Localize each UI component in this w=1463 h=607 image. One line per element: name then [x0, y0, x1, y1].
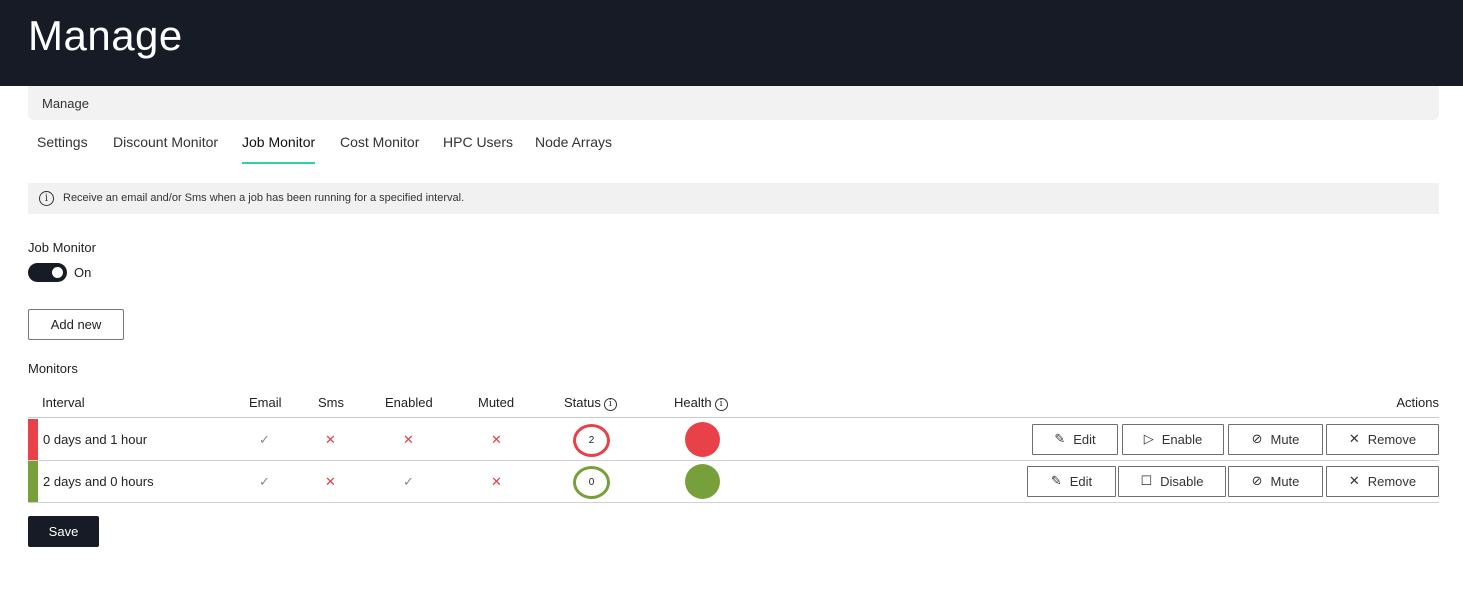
enabled-check-icon: ✓: [403, 474, 414, 489]
mute-button[interactable]: ⊘ Mute: [1228, 424, 1323, 455]
edit-icon: ✎: [1054, 432, 1066, 447]
col-email: Email: [249, 395, 282, 410]
col-health: Health i: [674, 395, 728, 411]
breadcrumb-item[interactable]: Manage: [42, 96, 89, 111]
edit-label: Edit: [1069, 474, 1093, 489]
tab-node-arrays[interactable]: Node Arrays: [535, 132, 612, 164]
status-info-icon[interactable]: i: [603, 398, 617, 411]
table-row: 2 days and 0 hours ✓ ✕ ✓ ✕ 0 ✎ Edit ☐ Disa…: [28, 461, 1439, 503]
remove-button[interactable]: ✕ Remove: [1326, 466, 1439, 497]
info-banner: i Receive an email and/or Sms when a job…: [28, 183, 1439, 214]
col-status: Status i: [564, 395, 617, 411]
tab-discount-monitor[interactable]: Discount Monitor: [113, 132, 218, 164]
page-title: Manage: [28, 12, 183, 59]
email-check-icon: ✓: [259, 432, 270, 447]
muted-cross-icon: ✕: [491, 474, 502, 489]
tab-cost-monitor[interactable]: Cost Monitor: [340, 132, 419, 164]
remove-label: Remove: [1367, 474, 1417, 489]
email-check-icon: ✓: [259, 474, 270, 489]
mute-label: Mute: [1270, 474, 1300, 489]
tab-settings[interactable]: Settings: [37, 132, 88, 164]
mute-button[interactable]: ⊘ Mute: [1228, 466, 1323, 497]
tab-job-monitor[interactable]: Job Monitor: [242, 132, 316, 164]
row-status-stripe: [28, 419, 38, 460]
enable-button[interactable]: ▷ Enable: [1122, 424, 1224, 455]
col-sms: Sms: [318, 395, 344, 410]
disable-label: Disable: [1160, 474, 1204, 489]
info-icon: i: [39, 191, 54, 206]
app-header: Manage: [0, 0, 1463, 86]
row-status-stripe: [28, 461, 38, 502]
health-indicator: [685, 422, 720, 457]
remove-button[interactable]: ✕ Remove: [1326, 424, 1439, 455]
col-status-label: Status: [564, 395, 601, 410]
play-icon: ▷: [1143, 432, 1154, 447]
col-interval: Interval: [42, 395, 85, 410]
close-icon: ✕: [1348, 474, 1360, 489]
status-count: 0: [573, 466, 610, 499]
edit-icon: ✎: [1050, 474, 1062, 489]
col-enabled: Enabled: [385, 395, 433, 410]
mute-icon: ⊘: [1251, 432, 1263, 447]
disable-button[interactable]: ☐ Disable: [1118, 466, 1226, 497]
col-health-label: Health: [674, 395, 712, 410]
row-interval: 0 days and 1 hour: [43, 432, 148, 447]
health-indicator: [685, 464, 720, 499]
edit-button[interactable]: ✎ Edit: [1027, 466, 1116, 497]
sms-cross-icon: ✕: [325, 432, 336, 447]
muted-cross-icon: ✕: [491, 432, 502, 447]
enabled-cross-icon: ✕: [403, 432, 414, 447]
health-info-icon[interactable]: i: [714, 398, 728, 411]
monitors-label: Monitors: [28, 361, 78, 376]
row-interval: 2 days and 0 hours: [43, 474, 154, 489]
toggle-knob: [52, 267, 63, 278]
enable-label: Enable: [1161, 432, 1203, 447]
col-actions: Actions: [1396, 395, 1439, 410]
edit-label: Edit: [1073, 432, 1096, 447]
mute-label: Mute: [1270, 432, 1300, 447]
job-monitor-label: Job Monitor: [28, 240, 96, 255]
sms-cross-icon: ✕: [325, 474, 336, 489]
breadcrumb: Manage: [28, 86, 1439, 120]
table-row: 0 days and 1 hour ✓ ✕ ✕ ✕ 2 ✎ Edit ▷ Enabl…: [28, 419, 1439, 461]
info-text: Receive an email and/or Sms when a job h…: [63, 192, 465, 204]
remove-label: Remove: [1367, 432, 1417, 447]
status-count: 2: [573, 424, 610, 457]
add-new-button[interactable]: Add new: [28, 309, 124, 340]
tab-hpc-users[interactable]: HPC Users: [443, 132, 513, 164]
stop-icon: ☐: [1140, 474, 1153, 489]
edit-button[interactable]: ✎ Edit: [1032, 424, 1118, 455]
table-header: Interval Email Sms Enabled Muted Status i…: [28, 388, 1439, 418]
col-muted: Muted: [478, 395, 515, 410]
mute-icon: ⊘: [1251, 474, 1263, 489]
toggle-state-label: On: [74, 265, 92, 280]
job-monitor-toggle[interactable]: [28, 263, 67, 282]
close-icon: ✕: [1348, 432, 1360, 447]
save-button[interactable]: Save: [28, 516, 99, 547]
